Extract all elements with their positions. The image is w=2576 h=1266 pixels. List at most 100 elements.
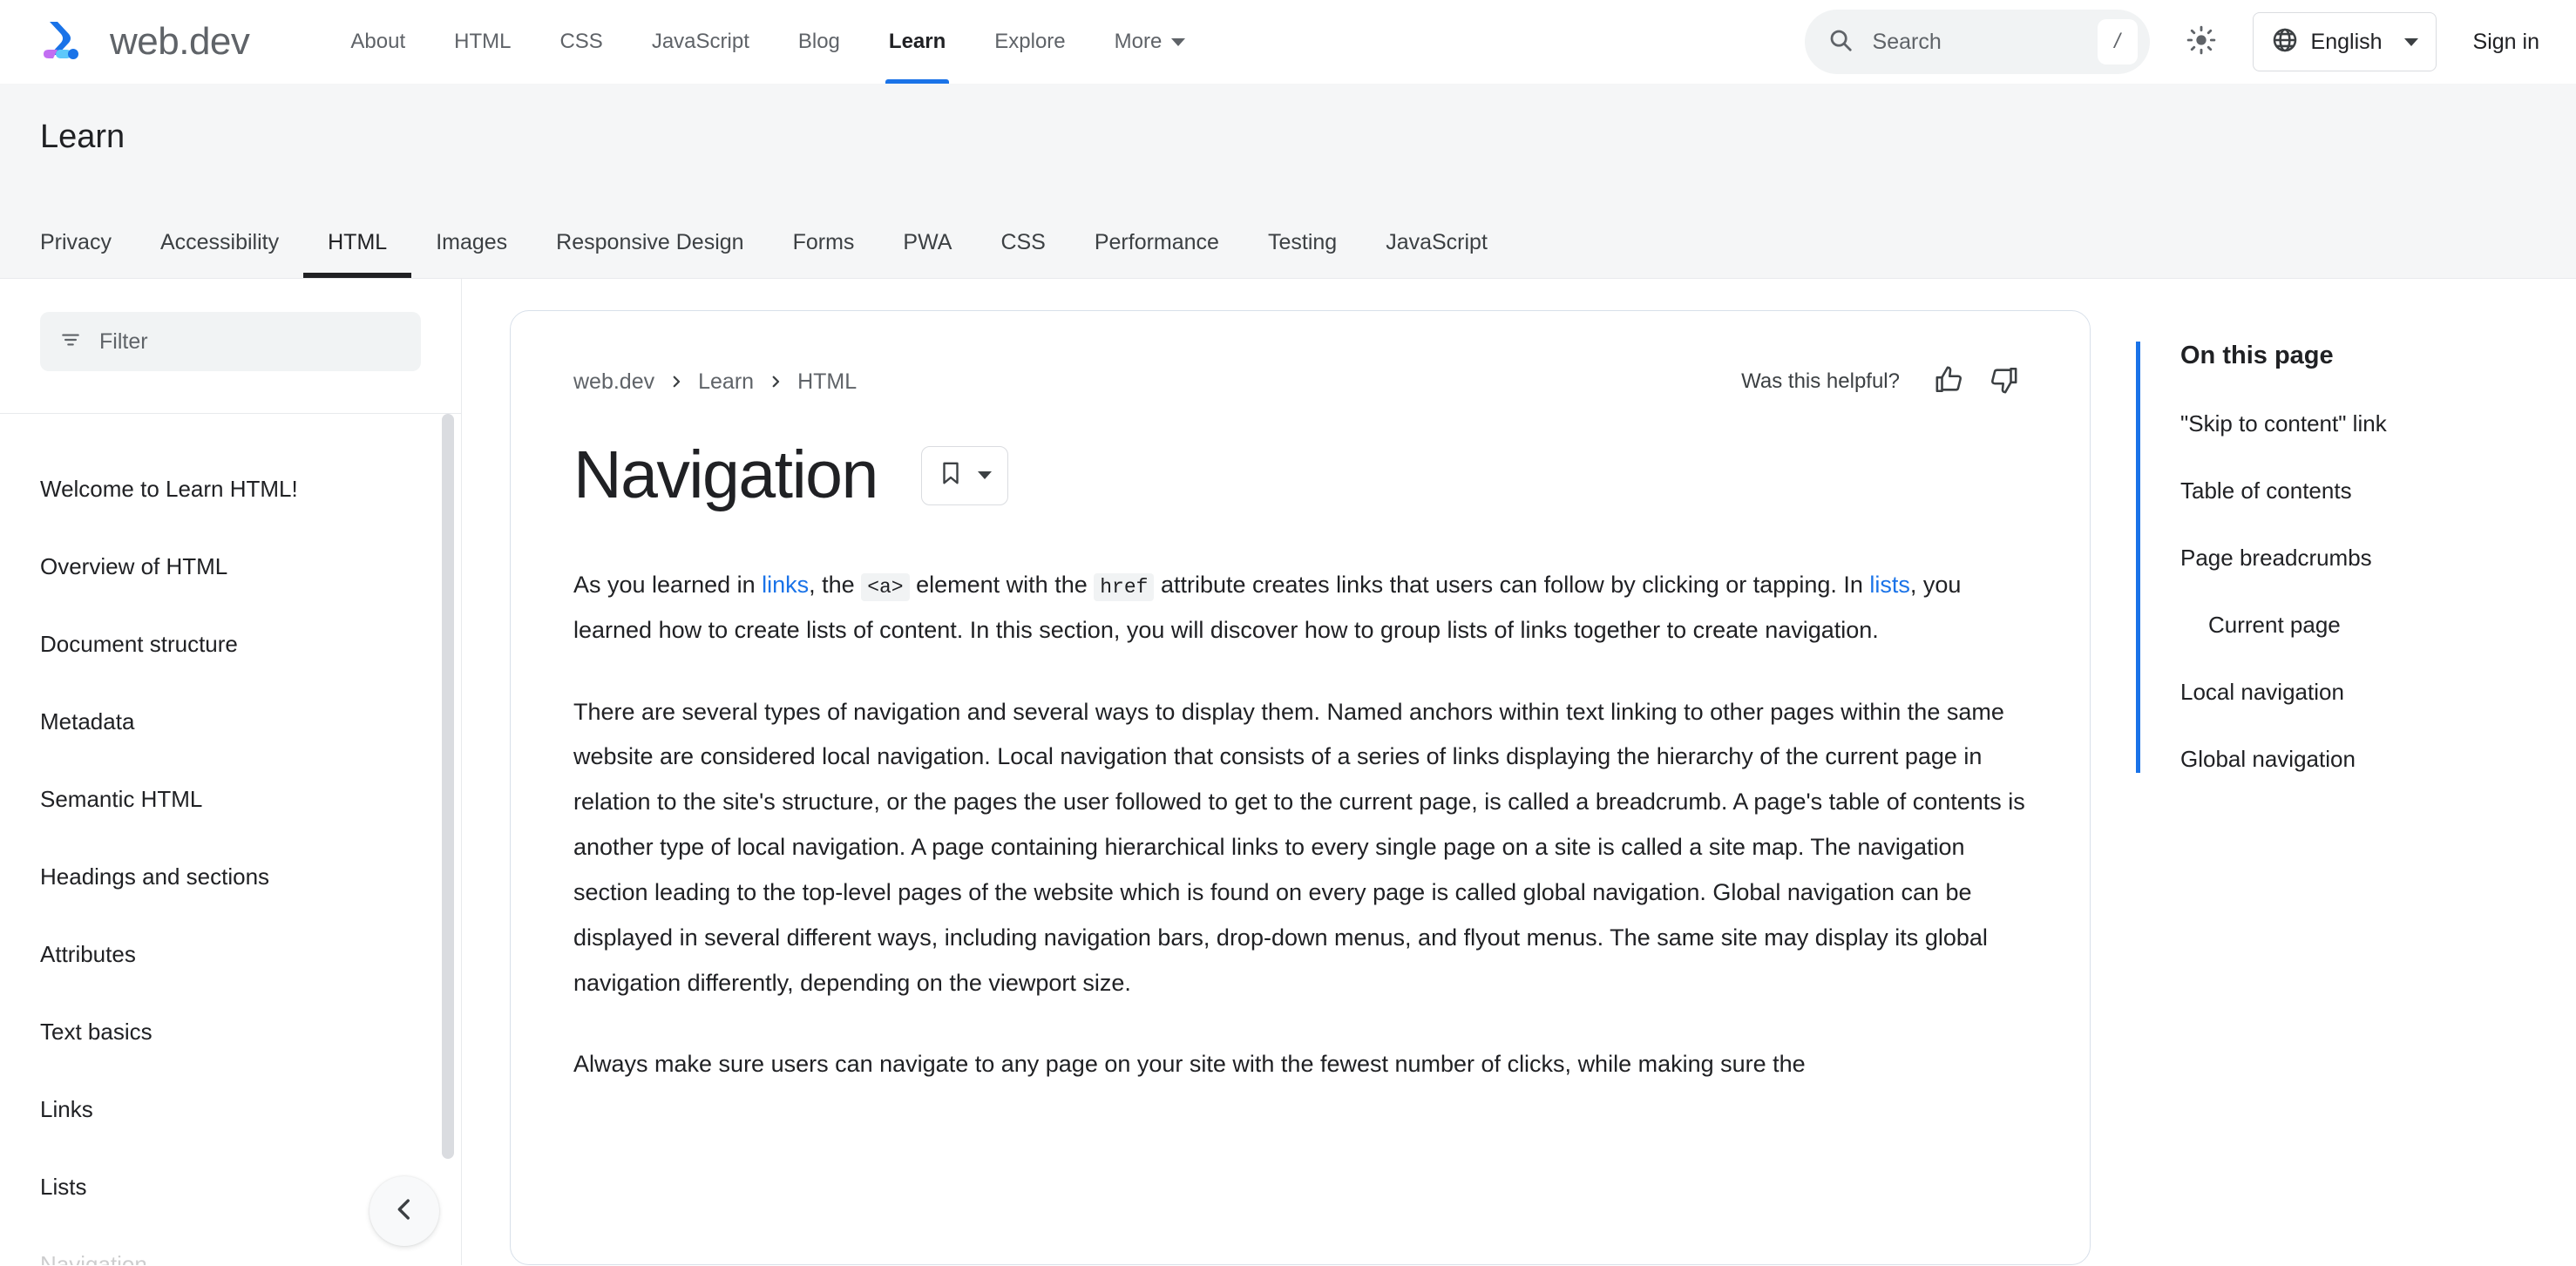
language-selector[interactable]: English — [2252, 12, 2437, 71]
inline-link-links[interactable]: links — [762, 572, 809, 598]
sidebar-item-document-structure[interactable]: Document structure — [0, 606, 461, 683]
webdev-logo-icon — [40, 17, 91, 67]
nav-item-label: CSS — [559, 30, 603, 53]
bookmark-icon — [938, 460, 964, 491]
sidebar-item-welcome-to-learn-html[interactable]: Welcome to Learn HTML! — [0, 450, 461, 528]
tab-images[interactable]: Images — [411, 230, 532, 278]
tab-label: HTML — [328, 230, 388, 254]
bookmark-button[interactable] — [920, 445, 1008, 505]
tab-html[interactable]: HTML — [303, 230, 412, 278]
collapse-sidebar-button[interactable] — [369, 1176, 439, 1246]
nav-item-about[interactable]: About — [326, 0, 430, 84]
thumb-up-icon — [1935, 365, 1964, 399]
inline-link-lists[interactable]: lists — [1869, 572, 1910, 598]
toc-item-table-of-contents[interactable]: Table of contents — [2180, 477, 2576, 504]
chevron-right-icon — [768, 374, 783, 389]
text-run: attribute creates links that users can f… — [1154, 572, 1870, 598]
nav-item-label: More — [1114, 30, 1163, 53]
text-run: As you learned in — [573, 572, 763, 598]
article-top-row: web.dev Learn HTML Was this helpful? — [573, 358, 2027, 405]
tab-css[interactable]: CSS — [976, 230, 1069, 278]
tab-label: Testing — [1267, 230, 1338, 254]
toc-item-local-navigation[interactable]: Local navigation — [2180, 679, 2576, 706]
toc-item-skip-to-content-link[interactable]: "Skip to content" link — [2180, 410, 2576, 437]
tab-forms[interactable]: Forms — [769, 230, 879, 278]
sidebar-item-label: Welcome to Learn HTML! — [40, 476, 298, 502]
tab-label: Images — [436, 230, 508, 254]
feedback-label: Was this helpful? — [1741, 369, 1900, 393]
chevron-down-icon — [977, 471, 992, 479]
breadcrumb: web.dev Learn HTML — [573, 369, 857, 395]
tab-performance[interactable]: Performance — [1070, 230, 1244, 278]
nav-item-label: Blog — [797, 30, 840, 53]
nav-item-explore[interactable]: Explore — [970, 0, 1089, 84]
thumb-down-icon — [1989, 365, 2018, 399]
globe-icon — [2271, 26, 2299, 58]
thumbs-down-button[interactable] — [1980, 358, 2027, 405]
search-placeholder: Search — [1872, 29, 1942, 54]
nav-item-label: About — [350, 30, 406, 53]
toc-item-global-navigation[interactable]: Global navigation — [2180, 746, 2576, 773]
section-title: Learn — [40, 118, 125, 155]
breadcrumb-item-html[interactable]: HTML — [797, 369, 857, 395]
learn-section-bar: Learn Privacy Accessibility HTML Images … — [0, 84, 2576, 279]
tab-label: Responsive Design — [556, 230, 744, 254]
search-icon — [1827, 27, 1854, 58]
tab-label: CSS — [1000, 230, 1046, 254]
sidebar-scrollbar[interactable] — [442, 414, 454, 1159]
sidebar-item-headings-and-sections[interactable]: Headings and sections — [0, 838, 461, 916]
nav-item-javascript[interactable]: JavaScript — [627, 0, 774, 84]
sidebar-item-text-basics[interactable]: Text basics — [0, 993, 461, 1071]
chevron-left-icon — [390, 1195, 419, 1229]
sun-icon — [2186, 25, 2216, 59]
tab-testing[interactable]: Testing — [1244, 230, 1361, 278]
brand-logo-link[interactable]: web.dev — [40, 17, 250, 67]
nav-item-html[interactable]: HTML — [430, 0, 535, 84]
article-card: web.dev Learn HTML Was this helpful? Nav… — [510, 310, 2091, 1265]
thumbs-up-button[interactable] — [1926, 358, 1973, 405]
filter-section: Filter — [0, 279, 461, 414]
tab-label: PWA — [903, 230, 952, 254]
left-sidebar: Filter Welcome to Learn HTML! Overview o… — [0, 279, 462, 1265]
toc-item-page-breadcrumbs[interactable]: Page breadcrumbs — [2180, 545, 2576, 572]
tab-responsive-design[interactable]: Responsive Design — [532, 230, 768, 278]
sidebar-item-metadata[interactable]: Metadata — [0, 683, 461, 761]
text-run: , the — [809, 572, 862, 598]
sidebar-item-links[interactable]: Links — [0, 1071, 461, 1148]
nav-item-css[interactable]: CSS — [535, 0, 627, 84]
filter-input[interactable]: Filter — [40, 312, 421, 371]
breadcrumb-item-webdev[interactable]: web.dev — [573, 369, 654, 395]
sign-in-button[interactable]: Sign in — [2473, 30, 2539, 55]
sidebar-item-label: Document structure — [40, 631, 238, 657]
sidebar-nav-list: Welcome to Learn HTML! Overview of HTML … — [0, 414, 461, 1265]
feedback-group: Was this helpful? — [1741, 358, 2027, 405]
theme-toggle-button[interactable] — [2169, 10, 2234, 74]
nav-item-more[interactable]: More — [1090, 0, 1210, 84]
search-input[interactable]: Search / — [1804, 10, 2150, 74]
filter-placeholder: Filter — [99, 328, 148, 354]
tab-privacy[interactable]: Privacy — [40, 230, 136, 278]
text-run: element with the — [909, 572, 1095, 598]
breadcrumb-item-learn[interactable]: Learn — [698, 369, 754, 395]
tab-javascript[interactable]: JavaScript — [1361, 230, 1512, 278]
tab-accessibility[interactable]: Accessibility — [136, 230, 303, 278]
sidebar-item-label: Headings and sections — [40, 863, 270, 890]
tab-pwa[interactable]: PWA — [878, 230, 976, 278]
section-tabs: Privacy Accessibility HTML Images Respon… — [40, 230, 1512, 278]
on-this-page-sidebar: On this page "Skip to content" link Tabl… — [2136, 310, 2576, 1265]
page-body: Filter Welcome to Learn HTML! Overview o… — [0, 279, 2576, 1265]
search-shortcut-badge: / — [2097, 19, 2138, 64]
tab-label: Accessibility — [159, 230, 280, 254]
chevron-down-icon — [1171, 37, 1186, 46]
brand-name: web.dev — [110, 20, 250, 63]
nav-item-blog[interactable]: Blog — [774, 0, 864, 84]
sidebar-item-overview-of-html[interactable]: Overview of HTML — [0, 528, 461, 606]
sidebar-item-label: Metadata — [40, 708, 135, 735]
nav-item-learn[interactable]: Learn — [864, 0, 970, 84]
sidebar-item-semantic-html[interactable]: Semantic HTML — [0, 761, 461, 838]
toc-item-current-page[interactable]: Current page — [2180, 612, 2576, 639]
sidebar-item-attributes[interactable]: Attributes — [0, 916, 461, 993]
nav-item-label: Learn — [888, 30, 946, 53]
nav-item-label: Explore — [994, 30, 1066, 53]
sidebar-item-label: Links — [40, 1096, 93, 1122]
